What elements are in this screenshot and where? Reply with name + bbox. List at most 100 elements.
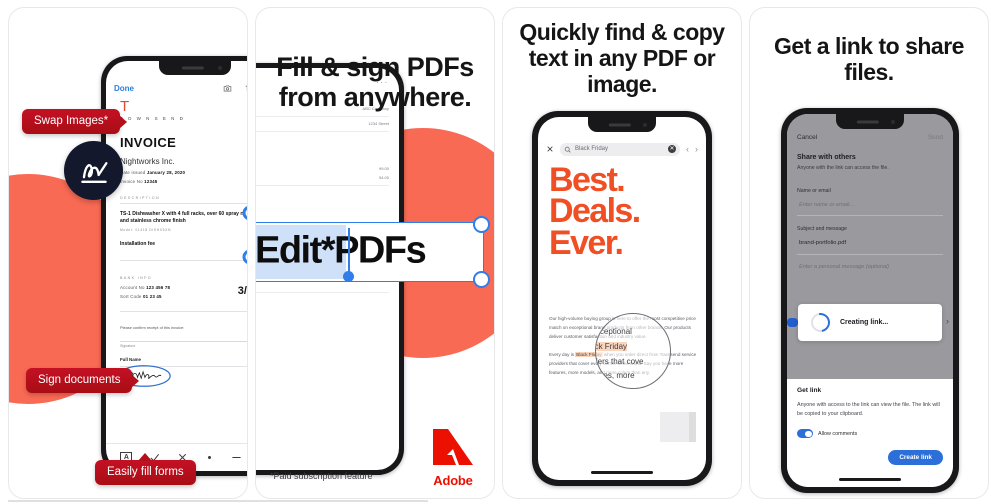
invoice-number-label: Invoice No: [120, 179, 143, 184]
panel-3-headline: Quickly find & copy text in any PDF or i…: [519, 19, 725, 97]
callout-swap-images[interactable]: Swap Images*: [22, 109, 121, 134]
document-toolbar[interactable]: Done: [106, 77, 248, 99]
panel-fill-sign-invoice[interactable]: Done T T O W N S E N D INVOICE Nightwork…: [8, 7, 248, 499]
divider-3: [120, 310, 247, 312]
close-icon[interactable]: [546, 145, 554, 153]
account-row: Account No 123 456 78: [120, 285, 170, 290]
account-value: 123 456 78: [146, 284, 171, 290]
toggle-peek[interactable]: [787, 318, 798, 327]
townsend-logo-mark: T: [120, 98, 131, 115]
allow-comments-toggle[interactable]: [797, 429, 813, 439]
speaker-grille: [181, 66, 204, 70]
account-label: Account No: [120, 284, 145, 290]
divider: [120, 203, 247, 204]
cancel-button[interactable]: Cancel: [797, 134, 817, 141]
panel-find-copy-text[interactable]: Quickly find & copy text in any PDF or i…: [502, 7, 742, 499]
panel-4-headline: Get a link to share files.: [774, 33, 964, 85]
product-box-image: [660, 412, 696, 442]
sort-value: 01 23 45: [143, 293, 162, 299]
callout-sign-documents[interactable]: Sign documents: [26, 368, 133, 393]
invoice-number-row: Invoice No 12345: [120, 179, 247, 184]
home-indicator-4: [839, 478, 901, 481]
chevron-right-icon[interactable]: ›: [695, 144, 698, 154]
search-input[interactable]: Black Friday ✕: [560, 142, 680, 156]
subject-field-value[interactable]: brand-portfolio.pdf: [799, 240, 943, 246]
share-title: Share with others: [797, 154, 856, 161]
text-edit-selection-box[interactable]: Edit*PDFs: [255, 216, 490, 288]
chevron-right-peek-icon[interactable]: ›: [946, 316, 949, 326]
front-camera-3: [643, 122, 647, 127]
invoice-line-item: TS-1 Dishwasher X with 4 full racks, ove…: [120, 211, 248, 225]
townsend-logo-name: T O W N S E N D: [120, 116, 185, 121]
search-bar[interactable]: Black Friday ✕ ‹ ›: [538, 139, 706, 159]
share-sheet-header[interactable]: Cancel Send: [787, 134, 953, 141]
subject-field-label: Subject and message: [797, 226, 847, 232]
home-indicator: [591, 471, 653, 474]
selected-word: Edit*: [255, 229, 336, 272]
signature-pen-icon: [80, 161, 108, 183]
poster-heading: Best. Deals. Ever.: [549, 163, 641, 262]
send-button[interactable]: Send: [928, 134, 943, 141]
front-camera-4: [891, 119, 895, 124]
caret-grab-dot[interactable]: [343, 271, 354, 282]
adobe-logo-icon: [433, 429, 473, 465]
panel-share-link[interactable]: Get a link to share files. Cancel Send S…: [749, 7, 989, 499]
image-selection-handles[interactable]: [241, 205, 248, 265]
clear-icon[interactable]: ✕: [668, 145, 676, 153]
invoice-title: INVOICE: [120, 135, 177, 150]
search-query-text: Black Friday: [575, 146, 609, 152]
signature-line: [120, 340, 247, 342]
creating-link-toast: Creating link...: [798, 304, 942, 341]
phone-mockup-search: Black Friday ✕ ‹ › Best. Deals. Ever. Ou…: [532, 111, 712, 486]
panel-2-headline: Fill & sign PDFs from anywhere.: [276, 52, 474, 113]
panel-edit-pdfs[interactable]: ... ABC Company 1234 Street 99.00 54.00 …: [255, 7, 495, 499]
sort-row: Sort Code 01 23 45: [120, 294, 170, 299]
chevron-left-icon[interactable]: ‹: [686, 144, 689, 154]
name-field-input[interactable]: Enter name or email...: [799, 202, 943, 208]
name-field-label: Name or email: [797, 188, 831, 194]
phone-screen-share: Cancel Send Share with others Anyone wit…: [787, 114, 953, 487]
resize-handle-bottom-right[interactable]: [473, 271, 490, 288]
allow-comments-row[interactable]: Allow comments: [797, 429, 943, 439]
invoice-company: Nightworks Inc.: [120, 157, 175, 166]
phone-notch: [159, 61, 231, 75]
fullname-label: Full Name: [120, 356, 141, 362]
phone-notch-3: [588, 117, 656, 132]
magnified-text: in exceptionalBlack Fridayoviders that c…: [596, 325, 670, 384]
resize-handle-top-right[interactable]: [473, 216, 490, 233]
sign-feature-badge: [64, 141, 123, 200]
invoice-date-row: Date issued January 28, 2020: [120, 170, 247, 175]
bank-details: Account No 123 456 78 Sort Code 01 23 45: [120, 285, 170, 299]
speaker-grille-3: [608, 123, 631, 126]
get-link-title: Get link: [797, 387, 822, 394]
paid-subscription-footnote: *Paid subscription feature: [270, 471, 373, 481]
speaker-grille-4: [856, 120, 879, 123]
create-link-button[interactable]: Create link: [888, 450, 943, 465]
adobe-wordmark: Adobe: [433, 473, 473, 488]
dot-icon[interactable]: [205, 453, 214, 462]
phone-notch-4: [836, 114, 904, 129]
creating-link-text: Creating link...: [840, 319, 889, 326]
confirm-receipt-text: Please confirm receipt of this invoice:: [120, 324, 185, 330]
spinner-icon: [807, 309, 834, 336]
poster-line-3: Ever.: [549, 223, 624, 262]
text-caret: [348, 228, 350, 276]
toolbar-icons[interactable]: [223, 84, 248, 93]
invoice-number-value: 12345: [144, 179, 158, 184]
message-field-input[interactable]: Enter a personal message (optional): [799, 264, 943, 270]
crop-icon[interactable]: [245, 84, 248, 93]
invoice-line-item-sub: Model: 01418 DISHX5XN: [120, 227, 172, 232]
callout-easily-fill-forms[interactable]: Easily fill forms: [95, 460, 196, 485]
bottom-divider: [8, 500, 428, 502]
magnified-highlight: Black Friday: [596, 341, 628, 351]
camera-icon[interactable]: [223, 84, 232, 93]
done-button[interactable]: Done: [114, 84, 134, 93]
adobe-branding: Adobe: [428, 427, 478, 488]
edit-pdfs-text: Edit*PDFs: [255, 229, 427, 273]
line-icon[interactable]: [231, 452, 242, 463]
divider-2: [120, 259, 247, 261]
phone-mockup-share: Cancel Send Share with others Anyone wit…: [781, 108, 959, 493]
invoice-line-item-2: Installation fee: [120, 240, 156, 247]
due-date-value: 3/1: [237, 284, 247, 297]
front-camera: [218, 66, 222, 70]
